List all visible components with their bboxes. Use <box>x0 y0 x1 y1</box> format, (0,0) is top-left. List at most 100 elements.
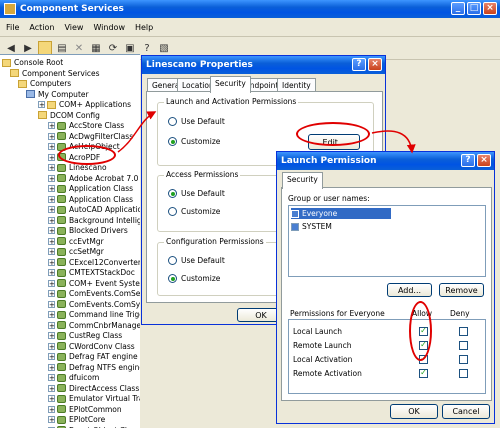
deny-checkbox[interactable] <box>459 340 468 350</box>
deny-checkbox[interactable] <box>459 368 468 378</box>
launch-customize-radio[interactable]: Customize <box>168 137 220 146</box>
launch-help-button[interactable]: ? <box>461 154 475 167</box>
expand-icon[interactable]: + <box>48 206 55 214</box>
expand-icon[interactable]: + <box>48 227 55 235</box>
tree-item[interactable]: + Adobe Acrobat 7.0 Doc <box>48 173 140 184</box>
expand-icon[interactable]: + <box>48 290 55 298</box>
tree-item[interactable]: + dfuicom <box>48 372 99 383</box>
expand-icon[interactable]: + <box>48 122 55 130</box>
help-icon[interactable]: ? <box>140 41 154 55</box>
expand-icon[interactable]: + <box>48 353 55 361</box>
expand-icon[interactable]: + <box>38 101 45 109</box>
tree-item[interactable]: + Command line Trigger <box>48 309 140 320</box>
launch-use-default-radio[interactable]: Use Default <box>168 117 225 126</box>
tab-identity[interactable]: Identity <box>277 78 316 92</box>
menu-help[interactable]: Help <box>135 23 153 32</box>
properties-icon[interactable]: ▦ <box>89 41 103 55</box>
minimize-button[interactable]: _ <box>451 2 465 15</box>
expand-icon[interactable]: + <box>48 321 55 329</box>
menu-view[interactable]: View <box>64 23 83 32</box>
tree-item[interactable]: + CMTEXTStackDoc <box>48 267 135 278</box>
expand-icon[interactable]: + <box>48 258 55 266</box>
tab-launch-security[interactable]: Security <box>282 172 323 189</box>
tree-item[interactable]: + EPlotCommon <box>48 404 122 415</box>
menu-file[interactable]: File <box>6 23 19 32</box>
expand-icon[interactable]: + <box>48 384 55 392</box>
tree-item[interactable]: + COM+ Applications <box>38 99 131 110</box>
close-button[interactable]: × <box>483 2 497 15</box>
tree-item[interactable]: + Defrag NTFS engine <box>48 362 140 373</box>
tree-item[interactable]: + ComEvents.ComSyste <box>48 299 140 310</box>
export-icon[interactable]: ▣ <box>123 41 137 55</box>
tree-item[interactable]: + ComEvents.ComServi <box>48 288 140 299</box>
tree-item[interactable]: + CWordConv Class <box>48 341 135 352</box>
expand-icon[interactable]: + <box>48 311 55 319</box>
expand-icon[interactable]: + <box>48 237 55 245</box>
menu-action[interactable]: Action <box>29 23 54 32</box>
tree-item[interactable]: + DirectAccess Class <box>48 383 139 394</box>
expand-icon[interactable]: + <box>48 164 55 172</box>
expand-icon[interactable]: + <box>48 395 55 403</box>
refresh-icon[interactable]: ⟳ <box>106 41 120 55</box>
tree-item[interactable]: + EPlotCore <box>48 414 105 425</box>
tree-item[interactable]: Computers <box>18 78 71 89</box>
expand-icon[interactable]: + <box>48 143 55 151</box>
expand-icon[interactable]: + <box>48 132 55 140</box>
deny-checkbox[interactable] <box>459 354 468 364</box>
launch-close-button[interactable]: × <box>477 154 491 167</box>
tree-item[interactable]: +Event Object Change <box>48 425 140 428</box>
expand-icon[interactable]: + <box>48 342 55 350</box>
help-button[interactable]: ? <box>352 58 366 71</box>
tree-item[interactable]: Console Root <box>2 57 63 68</box>
tree-item[interactable]: Component Services <box>10 68 100 79</box>
tree-item[interactable]: + COM+ Event System <box>48 278 140 289</box>
config-use-default-radio[interactable]: Use Default <box>168 256 225 265</box>
tree-item[interactable]: + AcDwgFilterClass <box>48 131 133 142</box>
launch-ok-button[interactable]: OK <box>390 404 438 419</box>
tree-item[interactable]: + AutoCAD Application <box>48 204 140 215</box>
expand-icon[interactable]: + <box>48 416 55 424</box>
properties-close-button[interactable]: × <box>368 58 382 71</box>
tree-item[interactable]: DCOM Config <box>38 110 100 121</box>
delete-icon[interactable]: ✕ <box>72 41 86 55</box>
expand-icon[interactable]: + <box>48 195 55 203</box>
expand-icon[interactable]: + <box>48 332 55 340</box>
tree-item[interactable]: + CExcel12Converter Cl <box>48 257 140 268</box>
expand-icon[interactable]: + <box>48 363 55 371</box>
tree-item[interactable]: + Defrag FAT engine <box>48 351 138 362</box>
tree-item[interactable]: + Blocked Drivers <box>48 225 128 236</box>
expand-icon[interactable]: + <box>48 248 55 256</box>
tree-item[interactable]: My Computer <box>26 89 89 100</box>
expand-icon[interactable]: + <box>48 216 55 224</box>
expand-icon[interactable]: + <box>48 300 55 308</box>
tab-security[interactable]: Security <box>210 76 251 93</box>
expand-icon[interactable]: + <box>48 174 55 182</box>
deny-checkbox[interactable] <box>459 326 468 336</box>
access-customize-radio[interactable]: Customize <box>168 207 220 216</box>
tree-view-icon[interactable]: ▤ <box>55 41 69 55</box>
expand-icon[interactable]: + <box>48 374 55 382</box>
tree-item[interactable]: + Application Class <box>48 183 133 194</box>
tree-item[interactable]: + ccSetMgr <box>48 246 104 257</box>
tree-item[interactable]: + Background Intelligent <box>48 215 140 226</box>
tree-item[interactable]: + AccStore Class <box>48 120 124 131</box>
add-user-button[interactable]: Add... <box>387 283 432 297</box>
maximize-button[interactable]: □ <box>467 2 481 15</box>
tree-item[interactable]: + ccEvtMgr <box>48 236 104 247</box>
tree-item[interactable]: + CommCnbrManager <box>48 320 140 331</box>
tree-item[interactable]: + Emulator Virtual Trans <box>48 393 140 404</box>
allow-checkbox[interactable]: ✓ <box>419 368 428 378</box>
expand-icon[interactable]: + <box>48 269 55 277</box>
expand-icon[interactable]: + <box>48 185 55 193</box>
access-use-default-radio[interactable]: Use Default <box>168 189 225 198</box>
user-row-system[interactable]: SYSTEM <box>291 221 391 232</box>
menu-window[interactable]: Window <box>93 23 125 32</box>
back-arrow-icon[interactable]: ◀ <box>4 41 18 55</box>
config-customize-radio[interactable]: Customize <box>168 274 220 283</box>
remove-user-button[interactable]: Remove <box>439 283 484 297</box>
expand-icon[interactable]: + <box>48 279 55 287</box>
tree-item[interactable]: + Application Class <box>48 194 133 205</box>
new-icon[interactable]: ▧ <box>157 41 171 55</box>
expand-icon[interactable]: + <box>48 153 55 161</box>
expand-icon[interactable]: + <box>48 405 55 413</box>
